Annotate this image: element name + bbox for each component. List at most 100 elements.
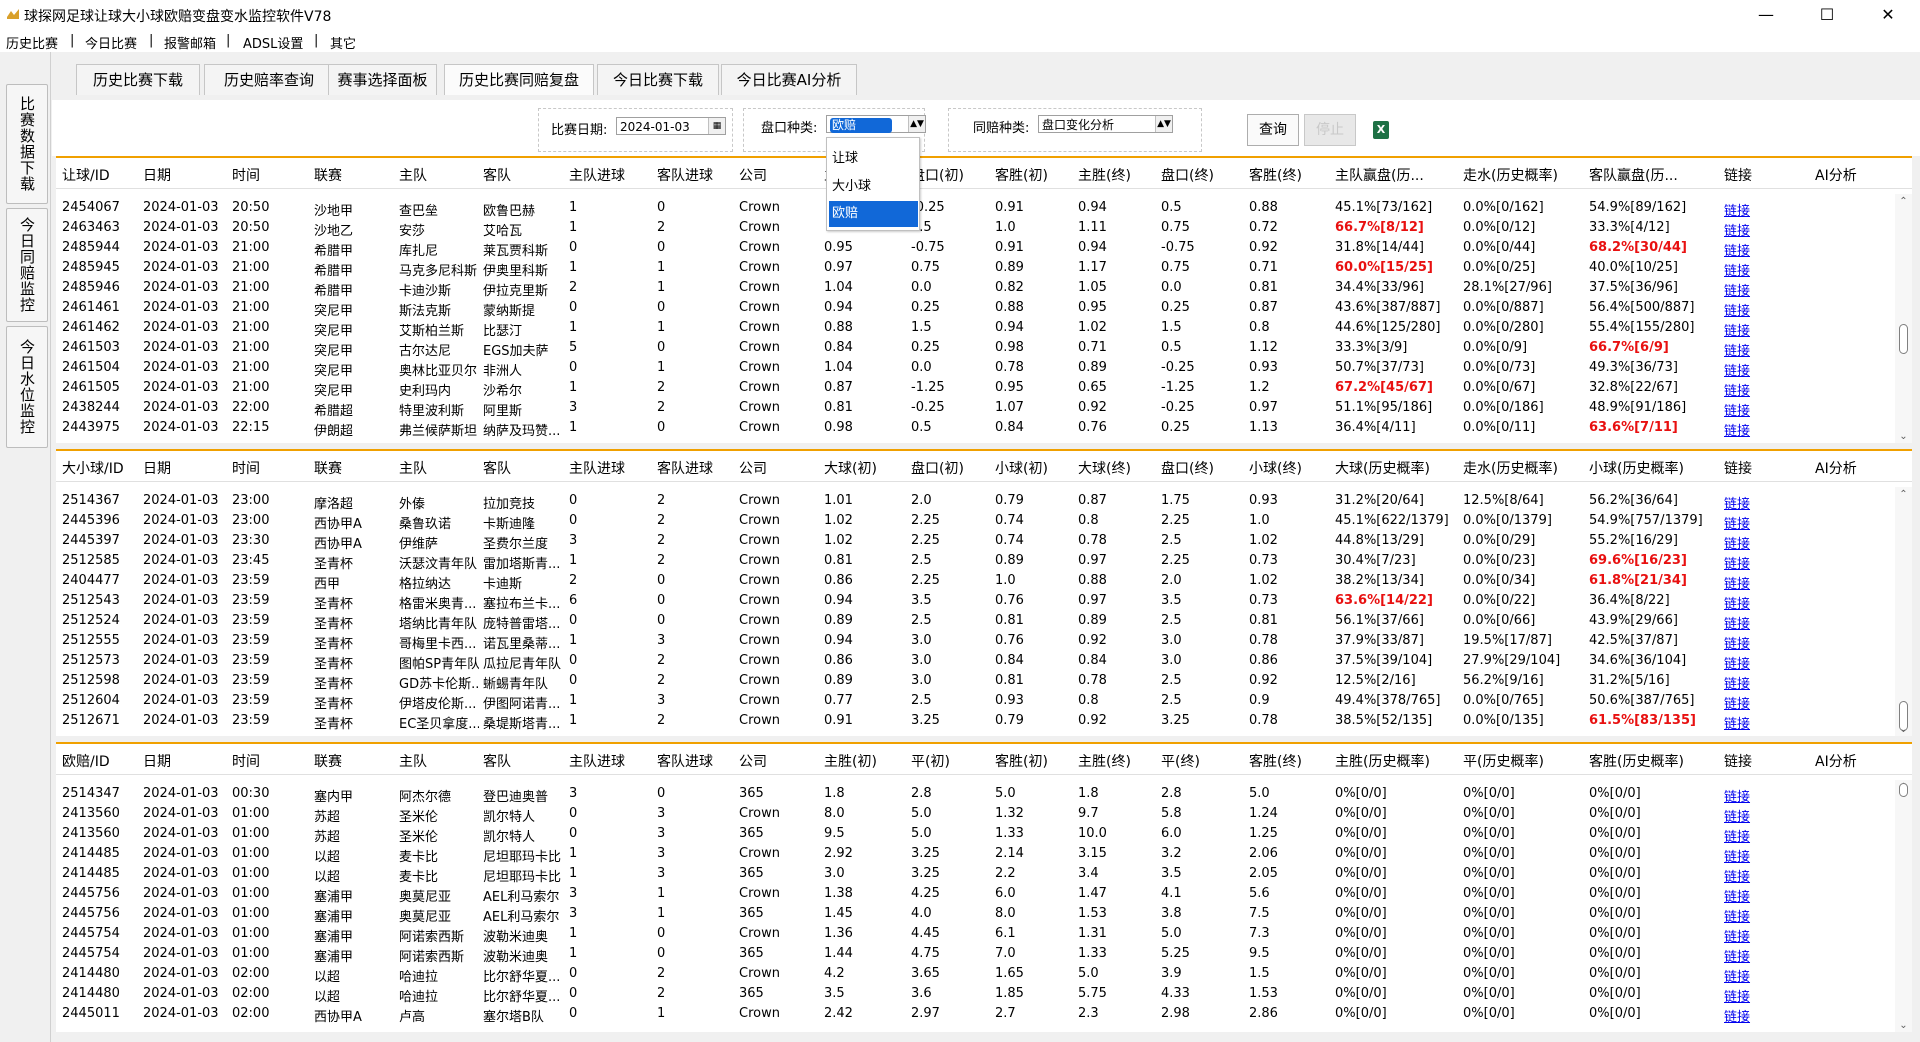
column-header[interactable]: 主队进球 [569,458,625,478]
column-header[interactable]: 走水(历史概率) [1463,458,1558,478]
table-row[interactable]: 2413560 2024-01-03 01:00 苏超 圣米伦 凯尔特人 0 3 365 9.5 5… [56,823,1912,845]
calendar-icon[interactable]: ▦ [708,118,725,134]
column-header[interactable]: 主队赢盘(历... [1335,165,1424,185]
vertical-scrollbar[interactable]: ⌃⌄ [1895,194,1912,443]
tab-event-select[interactable]: 赛事选择面板 [328,64,437,95]
column-header[interactable]: 客队赢盘(历... [1589,165,1678,185]
table-row[interactable]: 2461505 2024-01-03 21:00 突尼甲 史利玛内 沙希尔 1 2 Crown 0… [56,377,1912,399]
table-row[interactable]: 2445397 2024-01-03 23:30 西协甲A 伊维萨 圣费尔兰度 3 2 Crow… [56,530,1912,552]
column-header[interactable]: 大小球/ID [62,458,124,478]
column-header[interactable]: 公司 [739,165,767,185]
column-header[interactable]: 链接 [1724,751,1752,771]
column-header[interactable]: 客队 [483,165,511,185]
table-row[interactable]: 2461462 2024-01-03 21:00 突尼甲 艾斯柏兰斯 比瑟汀 1 1 Crown… [56,317,1912,339]
table-row[interactable]: 2512671 2024-01-03 23:59 圣青杯 EC圣贝拿度... 桑堤斯塔青.… [56,710,1912,732]
table-row[interactable]: 2445756 2024-01-03 01:00 塞浦甲 奥莫尼亚 AEL利马索尔 3 1 Cr… [56,883,1912,905]
scroll-down-icon[interactable]: ⌄ [1895,1018,1912,1032]
column-header[interactable]: 客队进球 [657,458,713,478]
column-header[interactable]: 主队 [399,751,427,771]
menu-alarm-email[interactable]: 报警邮箱 [164,33,216,52]
table-row[interactable]: 2512555 2024-01-03 23:59 圣青杯 哥梅里卡西... 诺瓦里桑蒂..… [56,630,1912,652]
column-header[interactable]: 联赛 [314,458,342,478]
column-header[interactable]: 主胜(终) [1078,751,1131,771]
scroll-thumb[interactable] [1899,783,1908,797]
table-row[interactable]: 2512543 2024-01-03 23:59 圣青杯 格雷米奥青... 塞拉布兰卡..… [56,590,1912,612]
table-row[interactable]: 2445011 2024-01-03 02:00 西协甲A 卢高 塞尔塔B队 0 1 Crown… [56,1003,1912,1025]
column-header[interactable]: 小球(终) [1249,458,1302,478]
table-row[interactable]: 2461461 2024-01-03 21:00 突尼甲 斯法克斯 蒙纳斯提 0 0 Crown… [56,297,1912,319]
column-header[interactable]: 客队 [483,458,511,478]
tab-history-odds-query[interactable]: 历史赔率查询 [204,64,334,95]
tab-same-odds-monitor[interactable]: 今日同赔监控 [6,208,48,322]
scroll-down-icon[interactable]: ⌄ [1895,722,1912,736]
column-header[interactable]: AI分析 [1815,751,1857,771]
table-row[interactable]: 2514367 2024-01-03 23:00 摩洛超 外傣 拉加竞技 0 2 Crown 1.… [56,490,1912,512]
table-row[interactable]: 2443975 2024-01-03 22:15 伊朗超 弗兰候萨斯坦 纳萨及玛赞... 1… [56,417,1912,439]
option-over-under[interactable]: 大小球 [829,174,918,200]
column-header[interactable]: 联赛 [314,165,342,185]
table-row[interactable]: 2461504 2024-01-03 21:00 突尼甲 奥林比亚贝尔 非洲人 0 1 Crow… [56,357,1912,379]
table-row[interactable]: 2445756 2024-01-03 01:00 塞浦甲 奥莫尼亚 AEL利马索尔 3 1 36… [56,903,1912,925]
column-header[interactable]: 大球(终) [1078,458,1131,478]
chevron-updown-icon[interactable]: ▲▼ [908,116,925,132]
column-header[interactable]: 让球/ID [62,165,110,185]
table-row[interactable]: 2445754 2024-01-03 01:00 塞浦甲 阿诺索西斯 波勒米迪奥 1 0 365… [56,943,1912,965]
scroll-up-icon[interactable]: ⌃ [1895,194,1912,210]
detail-link[interactable]: 链接 [1724,713,1811,732]
detail-link[interactable]: 链接 [1724,420,1811,439]
table-row[interactable]: 2512598 2024-01-03 23:59 圣青杯 GD苏卡伦斯... 蜥蜴青年队 0… [56,670,1912,692]
menu-adsl-settings[interactable]: ADSL设置 [243,33,303,52]
table-row[interactable]: 2438244 2024-01-03 22:00 希腊超 特里波利斯 阿里斯 3 2 Crown… [56,397,1912,419]
column-header[interactable]: 客队进球 [657,751,713,771]
chevron-updown-icon[interactable]: ▲▼ [1155,116,1172,132]
column-header[interactable]: 客队 [483,751,511,771]
table-row[interactable]: 2485946 2024-01-03 21:00 希腊甲 卡迪沙斯 伊拉克里斯 2 1 Crow… [56,277,1912,299]
column-header[interactable]: 大球(历史概率) [1335,458,1430,478]
market-select[interactable]: 欧赔 ▲▼ [826,115,926,133]
column-header[interactable]: 日期 [143,458,171,478]
option-european-odds[interactable]: 欧赔 [829,201,918,227]
column-header[interactable]: AI分析 [1815,458,1857,478]
vertical-scrollbar[interactable]: ⌃⌄ [1895,487,1912,736]
detail-link[interactable]: 链接 [1724,1006,1811,1025]
table-row[interactable]: 2445754 2024-01-03 01:00 塞浦甲 阿诺索西斯 波勒米迪奥 1 0 Cro… [56,923,1912,945]
column-header[interactable]: 走水(历史概率) [1463,165,1558,185]
column-header[interactable]: 主队 [399,458,427,478]
column-header[interactable]: 主胜(历史概率) [1335,751,1430,771]
column-header[interactable]: 日期 [143,751,171,771]
tab-today-download[interactable]: 今日比赛下载 [597,64,719,95]
column-header[interactable]: 客胜(初) [995,751,1048,771]
stop-button[interactable]: 停止 [1304,114,1356,146]
excel-export-icon[interactable]: X [1373,121,1389,139]
table-row[interactable]: 2414480 2024-01-03 02:00 以超 哈迪拉 比尔舒华夏... 0 2 Cro… [56,963,1912,985]
table-row[interactable]: 2414485 2024-01-03 01:00 以超 麦卡比 尼坦耶玛卡比 1 3 Crown… [56,843,1912,865]
column-header[interactable]: 主队进球 [569,751,625,771]
column-header[interactable]: 平(终) [1161,751,1200,771]
column-header[interactable]: 联赛 [314,751,342,771]
tab-water-monitor[interactable]: 今日水位监控 [6,326,48,448]
table-row[interactable]: 2512573 2024-01-03 23:59 圣青杯 图帕SP青年队 瓜拉尼青年队 0 2… [56,650,1912,672]
query-button[interactable]: 查询 [1247,114,1299,146]
table-row[interactable]: 2512585 2024-01-03 23:45 圣青杯 沃瑟汶青年队 雷加塔斯青... 1… [56,550,1912,572]
column-header[interactable]: 盘口(终) [1161,458,1214,478]
table-row[interactable]: 2514347 2024-01-03 00:30 塞内甲 阿杰尔德 登巴迪奥普 3 0 365 1… [56,783,1912,805]
column-header[interactable]: 链接 [1724,165,1752,185]
tab-history-download[interactable]: 历史比赛下载 [76,64,200,95]
vertical-scrollbar[interactable]: ⌃⌄ [1895,780,1912,1032]
column-header[interactable]: 主队进球 [569,165,625,185]
option-handicap[interactable]: 让球 [829,146,918,172]
table-row[interactable]: 2445396 2024-01-03 23:00 西协甲A 桑鲁玖诺 卡斯迪隆 0 2 Crow… [56,510,1912,532]
tab-same-odds-replay[interactable]: 历史比赛同赔复盘 [444,64,594,95]
table-row[interactable]: 2512604 2024-01-03 23:59 圣青杯 伊塔皮伦斯... 伊图阿诺青..… [56,690,1912,712]
column-header[interactable]: 时间 [232,751,260,771]
column-header[interactable]: 小球(初) [995,458,1048,478]
column-header[interactable]: 平(初) [911,751,950,771]
column-header[interactable]: 公司 [739,751,767,771]
column-header[interactable]: 时间 [232,165,260,185]
table-row[interactable]: 2414485 2024-01-03 01:00 以超 麦卡比 尼坦耶玛卡比 1 3 365 3.… [56,863,1912,885]
table-row[interactable]: 2485945 2024-01-03 21:00 希腊甲 马克多尼科斯 伊奥里科斯 1 1 Cr… [56,257,1912,279]
column-header[interactable]: 客胜(终) [1249,751,1302,771]
date-picker[interactable]: 2024-01-03 ▦ [616,117,726,135]
scroll-thumb[interactable] [1899,324,1908,354]
table-row[interactable]: 2461503 2024-01-03 21:00 突尼甲 古尔达尼 EGS加夫萨 5 0 Cro… [56,337,1912,359]
